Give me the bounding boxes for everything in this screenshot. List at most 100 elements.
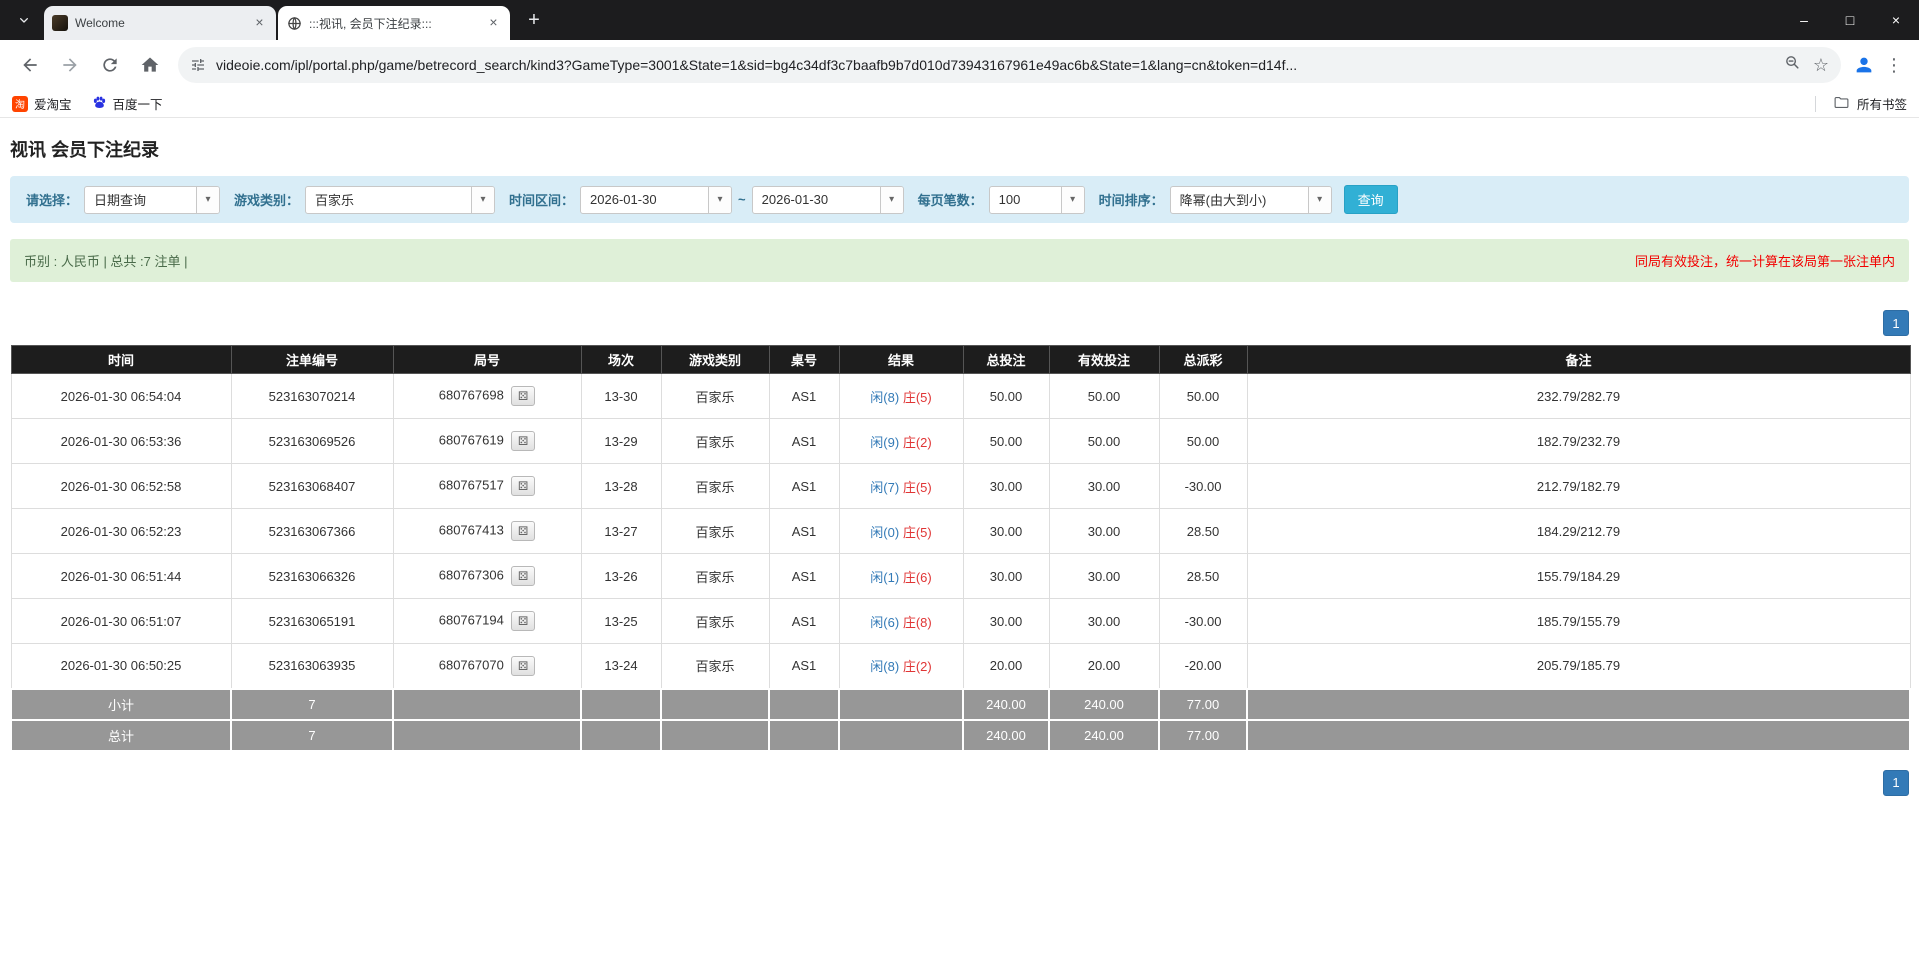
column-header: 注单编号 <box>231 346 393 374</box>
bookmark-baidu[interactable]: 百度一下 <box>92 94 163 113</box>
round-id: 680767194 <box>439 612 504 627</box>
browser-tab-welcome[interactable]: Welcome × <box>44 6 276 40</box>
bookmarks-separator <box>1815 96 1816 112</box>
globe-favicon-icon <box>286 15 302 31</box>
page-number-button[interactable]: 1 <box>1883 310 1909 336</box>
cell-game-type: 百家乐 <box>661 509 769 554</box>
welcome-favicon-icon <box>52 15 68 31</box>
cell-table-id: AS1 <box>769 644 839 689</box>
page-size-select[interactable]: 100 ▾ <box>989 186 1085 214</box>
sort-order-label: 时间排序： <box>1099 190 1164 209</box>
bookmark-star-icon[interactable]: ☆ <box>1813 56 1829 74</box>
browser-tab-betrecord[interactable]: :::视讯, 会员下注纪录::: × <box>278 6 510 40</box>
date-to-input[interactable]: 2026-01-30 ▾ <box>752 186 904 214</box>
profile-icon[interactable] <box>1853 54 1875 76</box>
cell-game-type: 百家乐 <box>661 644 769 689</box>
cell-total-bet[interactable]: 30.00 <box>963 509 1049 554</box>
subtotal-count: 7 <box>231 689 393 720</box>
bookmark-label: 爱淘宝 <box>34 94 72 113</box>
window-maximize-button[interactable]: □ <box>1827 0 1873 40</box>
round-result-button[interactable]: ⚄ <box>511 476 535 496</box>
cell-bet-id: 523163069526 <box>231 419 393 464</box>
column-header: 备注 <box>1247 346 1910 374</box>
chevron-down-icon[interactable]: ▾ <box>1061 187 1084 213</box>
tab-search-chevron-icon[interactable] <box>10 6 38 34</box>
tab-close-icon[interactable]: × <box>251 15 268 32</box>
back-icon[interactable] <box>13 48 47 82</box>
site-settings-icon[interactable] <box>190 57 206 73</box>
chevron-down-icon[interactable]: ▾ <box>880 187 903 213</box>
cell-valid-bet: 50.00 <box>1049 419 1159 464</box>
cell-result: 闲(0) 庄(5) <box>839 509 963 554</box>
cell-payout: -30.00 <box>1159 464 1247 509</box>
cell-round: 680767194 ⚄ <box>393 599 581 644</box>
new-tab-button[interactable]: + <box>520 6 548 34</box>
cell-table-id: AS1 <box>769 419 839 464</box>
sort-order-select[interactable]: 降幂(由大到小) ▾ <box>1170 186 1332 214</box>
cell-game-type: 百家乐 <box>661 599 769 644</box>
cell-time: 2026-01-30 06:50:25 <box>11 644 231 689</box>
cell-payout: 28.50 <box>1159 554 1247 599</box>
table-row: 2026-01-30 06:51:44 523163066326 6807673… <box>11 554 1910 599</box>
browser-menu-icon[interactable]: ⋮ <box>1879 55 1909 76</box>
result-player: 闲(6) <box>870 615 899 630</box>
round-result-button[interactable]: ⚄ <box>511 656 535 676</box>
page-title: 视讯 会员下注纪录 <box>10 136 1909 162</box>
cell-session: 13-24 <box>581 644 661 689</box>
window-close-button[interactable]: × <box>1873 0 1919 40</box>
forward-icon[interactable] <box>53 48 87 82</box>
chevron-down-icon[interactable]: ▾ <box>708 187 731 213</box>
bookmark-aitaobao[interactable]: 淘 爱淘宝 <box>12 94 72 113</box>
tab-title: :::视讯, 会员下注纪录::: <box>309 15 478 32</box>
tab-close-icon[interactable]: × <box>485 15 502 32</box>
round-result-button[interactable]: ⚄ <box>511 566 535 586</box>
url-bar[interactable]: videoie.com/ipl/portal.php/game/betrecor… <box>178 47 1841 83</box>
chevron-down-icon[interactable]: ▾ <box>471 187 494 213</box>
chevron-down-icon[interactable]: ▾ <box>1308 187 1331 213</box>
cell-total-bet[interactable]: 20.00 <box>963 644 1049 689</box>
cell-total-bet[interactable]: 30.00 <box>963 554 1049 599</box>
cell-time: 2026-01-30 06:52:58 <box>11 464 231 509</box>
round-result-button[interactable]: ⚄ <box>511 521 535 541</box>
result-banker: 庄(8) <box>903 615 932 630</box>
cell-session: 13-29 <box>581 419 661 464</box>
round-id: 680767698 <box>439 387 504 402</box>
table-row: 2026-01-30 06:51:07 523163065191 6807671… <box>11 599 1910 644</box>
window-minimize-button[interactable]: – <box>1781 0 1827 40</box>
refresh-icon[interactable] <box>93 48 127 82</box>
bookmark-label: 百度一下 <box>113 94 163 113</box>
date-from-input[interactable]: 2026-01-30 ▾ <box>580 186 732 214</box>
search-button[interactable]: 查询 <box>1344 185 1398 214</box>
cell-game-type: 百家乐 <box>661 374 769 419</box>
tab-strip: Welcome × :::视讯, 会员下注纪录::: × + – □ × <box>0 0 1919 40</box>
column-header: 局号 <box>393 346 581 374</box>
home-icon[interactable] <box>133 48 167 82</box>
cell-total-bet[interactable]: 50.00 <box>963 419 1049 464</box>
cell-total-bet[interactable]: 30.00 <box>963 599 1049 644</box>
round-result-button[interactable]: ⚄ <box>511 611 535 631</box>
column-header: 总派彩 <box>1159 346 1247 374</box>
cell-result: 闲(8) 庄(2) <box>839 644 963 689</box>
result-banker: 庄(6) <box>903 570 932 585</box>
game-type-select[interactable]: 百家乐 ▾ <box>305 186 495 214</box>
result-banker: 庄(2) <box>903 435 932 450</box>
round-result-button[interactable]: ⚄ <box>511 386 535 406</box>
all-bookmarks-label[interactable]: 所有书签 <box>1857 94 1907 113</box>
cell-payout: -30.00 <box>1159 599 1247 644</box>
cell-table-id: AS1 <box>769 464 839 509</box>
cell-total-bet[interactable]: 30.00 <box>963 464 1049 509</box>
cell-result: 闲(1) 庄(6) <box>839 554 963 599</box>
zoom-icon[interactable] <box>1784 54 1801 76</box>
taobao-favicon-icon: 淘 <box>12 96 28 112</box>
round-result-button[interactable]: ⚄ <box>511 431 535 451</box>
cell-bet-id: 523163065191 <box>231 599 393 644</box>
cell-time: 2026-01-30 06:53:36 <box>11 419 231 464</box>
page-number-button[interactable]: 1 <box>1883 770 1909 796</box>
round-id: 680767070 <box>439 657 504 672</box>
cell-bet-id: 523163063935 <box>231 644 393 689</box>
cell-total-bet[interactable]: 50.00 <box>963 374 1049 419</box>
query-type-select[interactable]: 日期查询 ▾ <box>84 186 220 214</box>
chevron-down-icon[interactable]: ▾ <box>196 187 219 213</box>
subtotal-valid-bet: 240.00 <box>1049 689 1159 720</box>
url-text[interactable]: videoie.com/ipl/portal.php/game/betrecor… <box>216 57 1774 73</box>
